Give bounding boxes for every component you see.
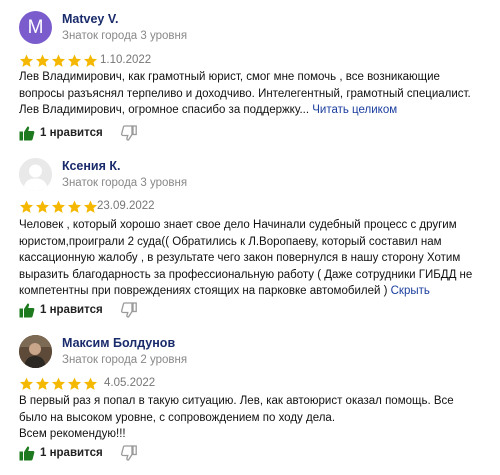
thumbs-up-icon[interactable] [19,445,35,461]
star-icon [19,54,34,67]
star-icon [35,377,50,390]
avatar[interactable] [19,158,52,191]
rating-stars [19,200,98,214]
thumbs-up-icon[interactable] [19,125,35,141]
star-icon [51,200,66,213]
review-text-line: Всем рекомендую!!! [19,428,126,440]
author-level: Знаток города 3 уровня [62,30,188,42]
thumbs-down-icon[interactable] [120,445,137,461]
user-photo [19,335,52,368]
star-icon [19,377,34,390]
thumbs-up-icon[interactable] [19,302,35,318]
review-text-line: В первый раз я попал в такую ситуацию. Л… [19,395,454,424]
avatar[interactable]: M [19,11,52,44]
like-count[interactable]: 1 нравится [40,304,103,316]
review-text-body: Лев Владимирович, как грамотный юрист, с… [19,71,471,116]
read-more-link[interactable]: Читать целиком [312,104,397,116]
star-icon [67,200,82,213]
star-icon [19,200,34,213]
review-actions: 1 нравится [19,124,137,142]
avatar[interactable] [19,335,52,368]
thumbs-down-icon[interactable] [120,125,137,141]
star-icon [35,200,50,213]
thumbs-down-icon[interactable] [120,302,137,318]
review-text: В первый раз я попал в такую ситуацию. Л… [19,393,481,443]
review-date: 23.09.2022 [97,200,155,212]
review-card: M Matvey V. Знаток города 3 уровня 1.10.… [0,0,500,150]
star-icon [83,200,98,213]
rating-stars [19,54,98,68]
like-count[interactable]: 1 нравится [40,127,103,139]
review-date: 1.10.2022 [100,54,152,66]
review-text: Лев Владимирович, как грамотный юрист, с… [19,69,481,119]
review-actions: 1 нравится [19,444,137,462]
star-icon [35,54,50,67]
review-date: 4.05.2022 [104,377,156,389]
review-actions: 1 нравится [19,301,137,319]
author-name[interactable]: Matvey V. [62,12,119,26]
review-card: Ксения К. Знаток города 3 уровня 23.09.2… [0,150,500,320]
like-count[interactable]: 1 нравится [40,447,103,459]
author-name[interactable]: Ксения К. [62,159,120,173]
default-avatar-icon [19,158,52,191]
star-icon [51,377,66,390]
star-icon [83,54,98,67]
author-level: Знаток города 3 уровня [62,177,188,189]
collapse-link[interactable]: Скрыть [391,285,430,297]
review-text: Человек , который хорошо знает свое дело… [19,217,481,300]
star-icon [83,377,98,390]
author-name[interactable]: Максим Болдунов [62,336,175,350]
star-icon [51,54,66,67]
review-card: Максим Болдунов Знаток города 2 уровня 4… [0,320,500,475]
star-icon [67,54,82,67]
rating-stars [19,377,98,391]
author-level: Знаток города 2 уровня [62,354,188,366]
star-icon [67,377,82,390]
